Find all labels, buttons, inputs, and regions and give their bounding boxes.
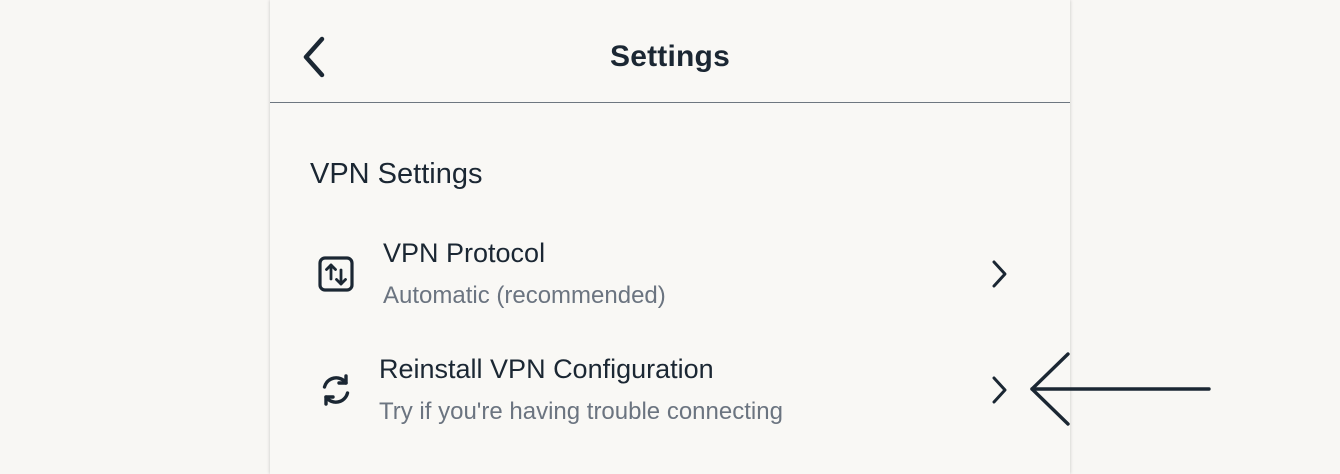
annotation-arrow-icon [1030, 352, 1211, 426]
chevron-right-icon [984, 254, 1014, 294]
refresh-icon [314, 368, 358, 412]
reinstall-vpn-configuration-hint: Try if you're having trouble connecting [379, 398, 783, 425]
section-title-vpn-settings: VPN Settings [310, 158, 483, 190]
reinstall-vpn-configuration-label: Reinstall VPN Configuration [379, 354, 714, 384]
chevron-right-icon [984, 370, 1014, 410]
header-bar: Settings [270, 0, 1070, 103]
vpn-protocol-value: Automatic (recommended) [383, 282, 666, 309]
vpn-protocol-label: VPN Protocol [383, 238, 546, 268]
settings-panel: Settings VPN Settings VPN Protocol Autom… [270, 0, 1070, 474]
vpn-protocol-row[interactable]: VPN Protocol Automatic (recommended) [270, 228, 1070, 320]
reinstall-vpn-configuration-row[interactable]: Reinstall VPN Configuration Try if you'r… [270, 344, 1070, 436]
page-title: Settings [610, 40, 730, 73]
protocol-arrows-icon [314, 252, 358, 296]
